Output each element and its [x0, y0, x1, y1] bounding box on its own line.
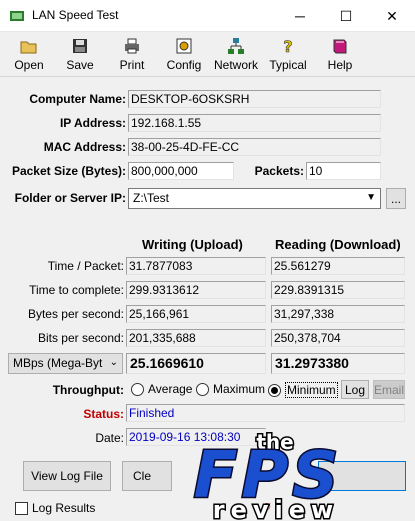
- help-book-icon: [333, 39, 347, 54]
- packet-size-label: Packet Size (Bytes):: [11, 164, 126, 178]
- maximize-button[interactable]: ☐: [323, 0, 369, 32]
- ip-address-label: IP Address:: [59, 116, 126, 130]
- network-button[interactable]: Network: [208, 37, 264, 72]
- unit-select-value: MBps (Mega-Byt: [13, 356, 103, 370]
- status-field: Finished: [126, 404, 405, 422]
- svg-text:?: ?: [283, 37, 292, 55]
- unit-select[interactable]: MBps (Mega-Byt ⌄: [8, 353, 123, 374]
- read-bits-per-second: 250,378,704: [271, 329, 405, 347]
- chevron-down-icon: ⌄: [109, 357, 118, 368]
- question-mark-icon: ?: [283, 37, 293, 55]
- toolbar: Open Save Print Config Network ? Typical…: [0, 33, 415, 77]
- config-icon: [176, 38, 192, 54]
- folder-server-select[interactable]: Z:\Test ▼: [128, 188, 381, 209]
- typical-button[interactable]: ? Typical: [260, 37, 316, 72]
- svg-text:review: review: [213, 496, 339, 521]
- read-bytes-per-second: 31,297,338: [271, 305, 405, 323]
- help-button[interactable]: Help: [312, 37, 368, 72]
- app-icon: [10, 11, 24, 21]
- writing-header: Writing (Upload): [142, 237, 243, 252]
- mac-address-field: 38-00-25-4D-FE-CC: [128, 138, 381, 156]
- read-throughput-value: 31.2973380: [271, 353, 405, 374]
- write-time-to-complete: 299.9313612: [126, 281, 266, 299]
- checkbox-box: [15, 501, 28, 515]
- minimum-label: Minimum: [285, 382, 338, 398]
- packets-label: Packets:: [254, 164, 304, 178]
- save-label: Save: [66, 58, 94, 72]
- bytes-per-second-label: Bytes per second:: [27, 307, 124, 321]
- maximum-label: Maximum: [213, 382, 266, 396]
- mac-address-label: MAC Address:: [43, 140, 126, 154]
- packets-field[interactable]: 10: [306, 162, 381, 180]
- write-bits-per-second: 201,335,688: [126, 329, 266, 347]
- browse-button[interactable]: ...: [386, 188, 406, 209]
- ip-address-field: 192.168.1.55: [128, 114, 381, 132]
- print-label: Print: [119, 58, 145, 72]
- folder-open-icon: [20, 41, 37, 54]
- write-bytes-per-second: 25,166,961: [126, 305, 266, 323]
- open-button[interactable]: Open: [1, 37, 57, 72]
- floppy-disk-icon: [73, 39, 87, 53]
- packet-size-field[interactable]: 800,000,000: [128, 162, 234, 180]
- fps-review-watermark-logo: the FPS review: [192, 429, 340, 521]
- log-results-label: Log Results: [32, 501, 96, 515]
- config-button[interactable]: Config: [156, 37, 212, 72]
- average-label: Average: [148, 382, 193, 396]
- close-button[interactable]: ✕: [369, 0, 415, 32]
- bits-per-second-label: Bits per second:: [37, 331, 124, 345]
- chevron-down-icon: ▼: [366, 192, 376, 203]
- status-label: Status:: [83, 407, 124, 421]
- open-label: Open: [14, 58, 44, 72]
- computer-name-field: DESKTOP-6OSKSRH: [128, 90, 381, 108]
- radio-indicator-selected: [268, 383, 281, 397]
- save-button[interactable]: Save: [52, 37, 108, 72]
- print-button[interactable]: Print: [104, 37, 160, 72]
- window-title: LAN Speed Test: [32, 8, 119, 22]
- network-label: Network: [213, 58, 258, 72]
- printer-icon: [125, 38, 139, 54]
- radio-indicator: [131, 382, 144, 396]
- title-bar: LAN Speed Test ─ ☐ ✕: [0, 0, 415, 32]
- average-radio[interactable]: Average: [131, 382, 192, 396]
- throughput-label: Throughput:: [52, 383, 124, 397]
- radio-indicator: [196, 382, 209, 396]
- folder-server-label: Folder or Server IP:: [14, 191, 126, 205]
- network-icon: [228, 38, 244, 54]
- write-throughput-value: 25.1669610: [126, 353, 266, 374]
- minimize-button[interactable]: ─: [277, 0, 323, 32]
- read-time-to-complete: 229.8391315: [271, 281, 405, 299]
- config-label: Config: [166, 58, 202, 72]
- write-time-per-packet: 31.7877083: [126, 257, 266, 275]
- log-results-checkbox[interactable]: Log Results: [15, 501, 95, 515]
- time-to-complete-label: Time to complete:: [29, 283, 124, 297]
- time-per-packet-label: Time / Packet:: [47, 259, 124, 273]
- folder-server-value: Z:\Test: [133, 191, 170, 205]
- typical-label: Typical: [269, 58, 307, 72]
- maximum-radio[interactable]: Maximum: [196, 382, 265, 396]
- reading-header: Reading (Download): [275, 237, 401, 252]
- view-log-file-button[interactable]: View Log File: [23, 461, 111, 491]
- log-button[interactable]: Log: [341, 380, 369, 399]
- email-button[interactable]: Email: [373, 380, 405, 399]
- read-time-per-packet: 25.561279: [271, 257, 405, 275]
- minimum-radio[interactable]: Minimum: [268, 382, 338, 398]
- computer-name-label: Computer Name:: [29, 92, 126, 106]
- help-label: Help: [327, 58, 353, 72]
